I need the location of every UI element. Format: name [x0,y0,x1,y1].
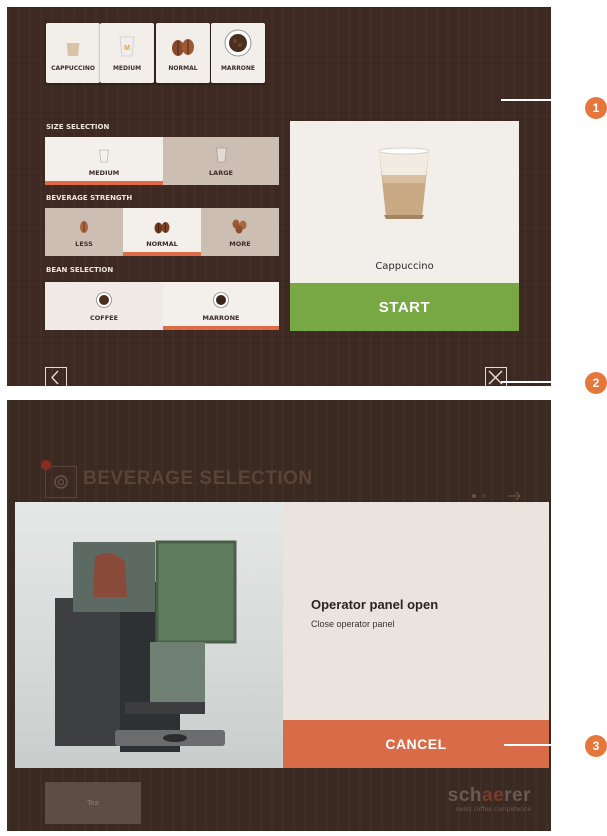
brand-logo: schaerer swiss coffee competence [448,785,531,813]
medium-cup-icon: M [100,23,154,57]
callout-1: 1 [585,97,607,119]
beverage-strength-title: BEVERAGE STRENGTH [46,194,133,202]
size-selection-title: SIZE SELECTION [46,123,110,131]
svg-text:M: M [124,45,130,52]
option-label: LESS [75,240,93,248]
bean-selection-title: BEAN SELECTION [46,266,114,274]
size-selector: MEDIUM LARGE [45,137,279,185]
strength-option-normal[interactable]: NORMAL [123,208,201,256]
bean-bowl-icon [163,282,279,308]
callout-2: 2 [585,372,607,394]
quick-select-label: CAPPUCCINO [51,65,95,72]
close-icon [488,370,503,385]
settings-gear-icon [45,466,77,498]
beverage-name: Cappuccino [375,261,434,272]
strength-option-more[interactable]: MORE [201,208,279,256]
quick-select-marrone[interactable]: MARRONE [211,23,265,83]
cappuccino-cup-icon [376,145,432,225]
chevron-left-icon [51,370,59,385]
callout-line [501,99,587,101]
quick-select-label: MEDIUM [112,65,142,72]
dialog-title: Operator panel open [311,597,439,612]
option-label: MORE [229,240,251,248]
medium-cup-icon [45,137,163,163]
brand-part: sch [447,785,482,806]
cappuccino-cup-icon [46,23,100,57]
single-bean-icon [45,208,123,234]
option-label: LARGE [209,169,233,177]
notification-badge [41,460,51,470]
quick-select-medium[interactable]: M MEDIUM [100,23,154,83]
callout-3: 3 [585,735,607,757]
quick-select-label: MARRONE [220,65,256,72]
brand-tagline: swiss coffee competence [455,806,531,813]
callout-line [504,744,586,746]
bean-selector: COFFEE MARRONE [45,282,279,330]
operator-panel-screen: BEVERAGE SELECTION Operator panel open C… [7,400,551,831]
strength-option-less[interactable]: LESS [45,208,123,256]
close-button[interactable] [485,367,507,386]
background-title: BEVERAGE SELECTION [83,468,313,489]
strength-selector: LESS NORMAL MORE [45,208,279,256]
large-cup-icon [163,137,279,163]
dialog-subtitle: Close operator panel [311,619,395,629]
quick-select-cappuccino[interactable]: CAPPUCCINO [46,23,100,83]
brand-part: ae [482,785,505,806]
many-beans-icon [201,208,279,234]
size-option-medium[interactable]: MEDIUM [45,137,163,185]
size-option-large[interactable]: LARGE [163,137,279,185]
back-button[interactable] [45,367,67,386]
bean-bowl-icon [45,282,163,308]
tea-button[interactable]: Tea [45,782,141,824]
option-label: COFFEE [89,314,119,322]
bean-option-marrone[interactable]: MARRONE [163,282,279,330]
bean-bowl-icon [211,23,265,57]
coffee-machine-image [15,502,283,768]
brand-wordmark: schaerer [448,785,531,807]
beverage-panel: CAPPUCCINO M MEDIUM NORMAL MARRONE SIZE … [7,7,551,386]
callout-line [501,381,587,383]
coffee-beans-icon [123,208,201,234]
option-label: NORMAL [146,240,178,248]
option-label: MARRONE [202,314,240,322]
bean-option-coffee[interactable]: COFFEE [45,282,163,330]
brand-part: rer [504,785,531,806]
quick-select-normal[interactable]: NORMAL [156,23,210,83]
option-label: MEDIUM [88,169,120,177]
quick-select-label: NORMAL [168,65,198,72]
start-button[interactable]: START [290,283,519,331]
coffee-beans-icon [156,23,210,57]
